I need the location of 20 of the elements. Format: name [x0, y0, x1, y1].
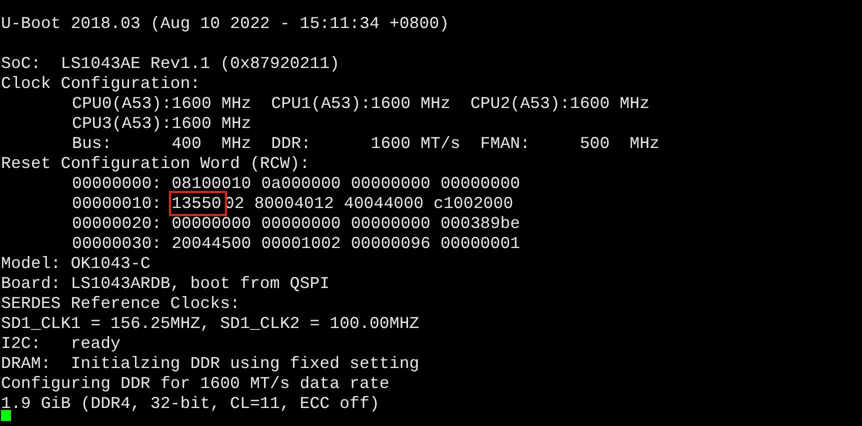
terminal-line: SoC: LS1043AE Rev1.1 (0x87920211)	[1, 54, 340, 74]
terminal-line: DRAM: Initialzing DDR using fixed setting	[1, 354, 420, 374]
terminal-line: 1.9 GiB (DDR4, 32-bit, CL=11, ECC off)	[1, 394, 380, 414]
terminal-line: SD1_CLK1 = 156.25MHZ, SD1_CLK2 = 100.00MHZ	[1, 314, 420, 334]
terminal-line: SERDES Reference Clocks:	[1, 294, 240, 314]
terminal-line: CPU0(A53):1600 MHz CPU1(A53):1600 MHz CPU2(A53):1600 MHz	[72, 94, 650, 114]
terminal-line: Board: LS1043ARDB, boot from QSPI	[1, 274, 330, 294]
terminal-line: I2C: ready	[1, 334, 120, 354]
terminal-line: Reset Configuration Word (RCW):	[1, 154, 310, 174]
terminal-line: Model: OK1043-C	[1, 254, 150, 274]
highlighted-value: 13550	[172, 194, 224, 213]
terminal-line: Configuring DDR for 1600 MT/s data rate	[1, 374, 390, 394]
terminal-line: Clock Configuration:	[1, 74, 200, 94]
terminal-text: 00000010:	[72, 194, 163, 213]
terminal-line: CPU3(A53):1600 MHz	[72, 114, 252, 134]
terminal-line: Bus: 400 MHz DDR: 1600 MT/s FMAN: 500 MHz	[72, 134, 660, 154]
terminal-line: 00000030: 20044500 00001002 00000096 00000001	[72, 234, 520, 254]
terminal-line: U-Boot 2018.03 (Aug 10 2022 - 15:11:34 +0800)	[1, 14, 450, 34]
terminal-line: 00000000: 08100010 0a000000 00000000 00000000	[72, 174, 520, 194]
terminal-line: 00000020: 00000000 00000000 00000000 000389be	[72, 214, 520, 234]
